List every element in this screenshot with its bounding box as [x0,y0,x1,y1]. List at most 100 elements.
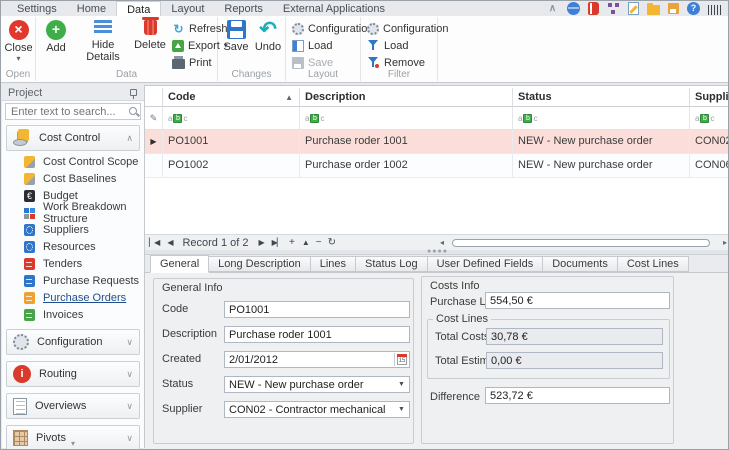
code-field[interactable] [224,301,410,318]
tab-cost-lines[interactable]: Cost Lines [618,256,689,272]
book-icon[interactable] [588,2,599,15]
description-field[interactable] [224,326,410,343]
dropdown-arrow-icon[interactable]: ▼ [394,377,409,392]
cell-status[interactable]: NEW - New purchase order [513,154,690,178]
search-input[interactable] [9,104,124,119]
save-button[interactable]: Save [220,20,252,53]
scroll-down-hint-icon[interactable]: ▾ [2,440,144,447]
filter-cell-description[interactable]: abc [300,107,513,130]
network-icon[interactable] [607,2,620,15]
edit-document-icon[interactable] [628,2,639,15]
layout-save-button[interactable]: Save [292,55,333,70]
sidebar-item-suppliers[interactable]: Suppliers [10,221,142,238]
tab-long-description[interactable]: Long Description [209,256,311,272]
filter-cell-supplier[interactable]: abc [690,107,729,130]
contains-filter-icon[interactable]: abc [305,114,324,123]
purchase-lines-input[interactable] [486,293,669,308]
cell-description[interactable]: Purchase roder 1001 [300,130,513,154]
supplier-input[interactable] [225,402,393,417]
hscroll-thumb[interactable] [452,239,710,247]
filter-load-button[interactable]: Load [367,38,408,53]
total-costs-input[interactable] [487,329,662,344]
sidebar-item-purchase-requests[interactable]: Purchase Requests [10,272,142,289]
sidebar-item-cost-control-scope[interactable]: Cost Control Scope [10,153,142,170]
column-header-code[interactable]: Code ▲ [163,88,300,107]
delete-button[interactable]: Delete [132,20,168,51]
difference-input[interactable] [486,388,669,403]
hscroll-left-arrow[interactable]: ◂ [440,238,444,247]
search-icon[interactable] [129,107,137,115]
total-estimate-field[interactable] [486,352,663,369]
hide-details-button[interactable]: Hide Details [74,20,132,63]
cell-status[interactable]: NEW - New purchase order [513,130,690,154]
filter-cell-code[interactable]: abc [163,107,300,130]
sidebar-item-tenders[interactable]: Tenders [10,255,142,272]
save-as-icon[interactable] [668,3,679,14]
filter-remove-button[interactable]: Remove [367,55,425,70]
total-costs-field[interactable] [486,328,663,345]
barcode-icon[interactable] [708,5,722,15]
ribbon-tab-data[interactable]: Data [116,1,161,16]
nav-next-button[interactable]: ▶ [255,238,268,247]
ribbon-tab-external-applications[interactable]: External Applications [273,1,395,16]
description-input[interactable] [225,327,409,342]
ribbon-tab-settings[interactable]: Settings [7,1,67,16]
purchase-lines-field[interactable] [485,292,670,309]
sidebar-item-purchase-orders[interactable]: Purchase Orders [10,289,142,306]
help-icon[interactable]: ? [687,2,700,15]
column-header-description[interactable]: Description [300,88,513,107]
contains-filter-icon[interactable]: abc [518,114,537,123]
code-input[interactable] [225,302,409,317]
tab-status-log[interactable]: Status Log [356,256,428,272]
ribbon-tab-layout[interactable]: Layout [161,1,214,16]
cell-code[interactable]: PO1001 [163,130,300,154]
status-dropdown[interactable]: ▼ [224,376,410,393]
cell-supplier[interactable]: CON02 - [690,130,729,154]
total-estimate-input[interactable] [487,353,662,368]
nav-previous-button[interactable]: ◀ [163,238,176,247]
cell-description[interactable]: Purchase order 1002 [300,154,513,178]
sidebar-group-cost-control[interactable]: Cost Control ∧ [6,125,140,151]
add-button[interactable]: + Add [39,20,73,54]
dropdown-arrow-icon[interactable]: ▼ [394,402,409,417]
calendar-button[interactable]: 15 [394,353,408,366]
sidebar-group-routing[interactable]: i Routing ∨ [6,361,140,387]
created-input[interactable] [225,352,393,367]
nav-cancel-edit-button[interactable]: ↻ [325,237,339,248]
nav-last-button[interactable]: ▶▏ [268,238,286,247]
tab-documents[interactable]: Documents [543,256,618,272]
pin-icon[interactable] [130,89,137,96]
difference-field[interactable] [485,387,670,404]
sidebar-item-work-breakdown-structure[interactable]: Work Breakdown Structure [10,204,142,221]
column-header-supplier[interactable]: Supplier [690,88,729,107]
contains-filter-icon[interactable]: abc [168,114,187,123]
sidebar-group-configuration[interactable]: Configuration ∨ [6,329,140,355]
sidebar-item-cost-baselines[interactable]: Cost Baselines [10,170,142,187]
cell-code[interactable]: PO1002 [163,154,300,178]
nav-delete-button[interactable]: − [313,237,325,248]
ribbon-tab-home[interactable]: Home [67,1,116,16]
cell-supplier[interactable]: CON06 - [690,154,729,178]
tab-lines[interactable]: Lines [311,256,356,272]
collapse-ribbon-icon[interactable]: ∧ [546,2,559,15]
filter-configuration-button[interactable]: Configuration [367,21,448,36]
ribbon-tab-reports[interactable]: Reports [214,1,273,16]
tab-user-defined-fields[interactable]: User Defined Fields [428,256,544,272]
nav-append-button[interactable]: + [286,237,298,248]
close-button[interactable]: × Close ▾ [1,20,36,63]
globe-icon[interactable] [567,2,580,15]
layout-load-button[interactable]: Load [292,38,332,53]
tab-general[interactable]: General [150,255,209,273]
sidebar-group-overviews[interactable]: Overviews ∨ [6,393,140,419]
contains-filter-icon[interactable]: abc [695,114,714,123]
supplier-dropdown[interactable]: ▼ [224,401,410,418]
undo-button[interactable]: ↶ Undo [252,20,284,53]
print-button[interactable]: Print [172,55,212,70]
nav-first-button[interactable]: ▏◀ [145,238,163,247]
column-header-status[interactable]: Status [513,88,690,107]
nav-edit-button[interactable]: ▲ [298,238,313,247]
created-field[interactable]: 15 [224,351,410,368]
status-input[interactable] [225,377,393,392]
folder-icon[interactable] [647,5,660,15]
hscroll-right-arrow[interactable]: ▸ [723,238,727,247]
